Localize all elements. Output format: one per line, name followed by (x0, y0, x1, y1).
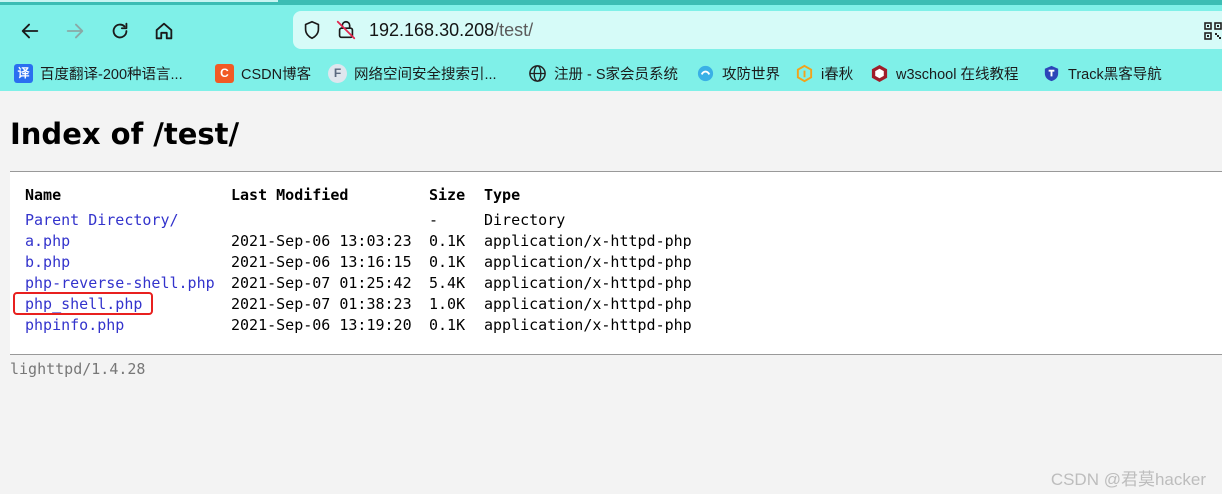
adworld-icon (697, 65, 714, 81)
row-modified: 2021-Sep-06 13:03:23 (231, 232, 412, 250)
home-icon (155, 22, 173, 40)
reload-icon (112, 22, 128, 39)
bookmark-label: Track黑客导航 (1068, 66, 1162, 83)
row-type: application/x-httpd-php (484, 232, 692, 250)
bookmark-ichunqiu[interactable]: i春秋 (795, 61, 853, 85)
url-text[interactable]: 192.168.30.208/test/ (369, 20, 533, 41)
row-modified: 2021-Sep-06 13:16:15 (231, 253, 412, 271)
bookmark-track[interactable]: Track黑客导航 (1042, 61, 1162, 85)
row-size: 1.0K (429, 295, 466, 313)
ichunqiu-icon (796, 64, 813, 82)
bookmark-csdn[interactable]: C CSDN博客 (215, 61, 311, 85)
file-link-phpinfo[interactable]: phpinfo.php (25, 316, 124, 334)
bookmark-label: 网络空间安全搜索引... (354, 66, 497, 83)
forward-button[interactable] (58, 14, 92, 48)
bookmarks-bar: 译 百度翻译-200种语言... C CSDN博客 F 网络空间安全搜索引...… (0, 58, 1222, 88)
address-bar[interactable]: 192.168.30.208/test/ (293, 11, 1222, 49)
row-type: application/x-httpd-php (484, 295, 692, 313)
bookmark-adworld[interactable]: 攻防世界 (696, 61, 780, 85)
column-header-name[interactable]: Name (25, 186, 61, 204)
page-content: Index of /test/ Name Last Modified Size … (0, 91, 1222, 494)
reload-button[interactable] (103, 14, 137, 48)
row-modified: 2021-Sep-07 01:38:23 (231, 295, 412, 313)
column-header-last-modified[interactable]: Last Modified (231, 186, 348, 204)
csdn-watermark: CSDN @君莫hacker (1050, 470, 1206, 489)
row-type: application/x-httpd-php (484, 253, 692, 271)
bookmark-fofa[interactable]: F 网络空间安全搜索引... (328, 61, 497, 85)
bookmark-w3school[interactable]: w3school 在线教程 (870, 61, 1018, 85)
active-tab-edge[interactable] (0, 0, 278, 2)
browser-toolbar: 192.168.30.208/test/ 译 百度翻译-200种语言... C … (0, 0, 1222, 91)
back-button[interactable] (13, 14, 47, 48)
column-header-type[interactable]: Type (484, 186, 520, 204)
csdn-icon: C (215, 63, 234, 83)
home-button[interactable] (147, 14, 181, 48)
qr-code-icon[interactable] (1204, 22, 1222, 40)
fofa-icon: F (328, 63, 347, 83)
bookmark-label: w3school 在线教程 (896, 66, 1019, 83)
row-size: - (429, 211, 439, 229)
bookmark-label: 百度翻译-200种语言... (40, 66, 183, 83)
url-path: /test/ (494, 20, 534, 40)
row-size: 0.1K (429, 253, 466, 271)
row-size: 0.1K (429, 316, 466, 334)
page-title: Index of /test/ (10, 117, 240, 151)
baidu-translate-icon: 译 (14, 63, 33, 83)
file-link-b-php[interactable]: b.php (25, 253, 70, 271)
row-type: Directory (484, 211, 566, 229)
bookmark-label: 注册 - S家会员系统 (554, 66, 679, 83)
insecure-lock-icon[interactable] (335, 19, 357, 41)
file-link-php-reverse-shell[interactable]: php-reverse-shell.php (25, 274, 215, 292)
url-host: 192.168.30.208 (369, 20, 495, 40)
column-header-size[interactable]: Size (429, 186, 465, 204)
row-type: application/x-httpd-php (484, 274, 692, 292)
server-footer: lighttpd/1.4.28 (10, 360, 146, 378)
bookmark-label: 攻防世界 (722, 66, 780, 83)
bookmark-label: CSDN博客 (241, 66, 312, 83)
row-modified: 2021-Sep-06 13:19:20 (231, 316, 412, 334)
row-size: 0.1K (429, 232, 466, 250)
file-link-parent-directory[interactable]: Parent Directory/ (25, 211, 179, 229)
forward-arrow-icon (66, 23, 84, 39)
track-icon (1044, 65, 1059, 81)
bookmark-baidu-translate[interactable]: 译 百度翻译-200种语言... (14, 61, 183, 85)
tracking-shield-icon[interactable] (301, 19, 323, 41)
row-type: application/x-httpd-php (484, 316, 692, 334)
back-arrow-icon (21, 23, 39, 39)
row-modified: 2021-Sep-07 01:25:42 (231, 274, 412, 292)
row-size: 5.4K (429, 274, 466, 292)
globe-icon (529, 64, 546, 82)
file-link-php-shell[interactable]: php_shell.php (25, 295, 142, 313)
w3school-icon (871, 64, 888, 82)
file-link-a-php[interactable]: a.php (25, 232, 70, 250)
bookmark-label: i春秋 (821, 66, 854, 83)
bookmark-s-member[interactable]: 注册 - S家会员系统 (528, 61, 678, 85)
directory-listing: Name Last Modified Size Type Parent Dire… (10, 171, 1222, 355)
